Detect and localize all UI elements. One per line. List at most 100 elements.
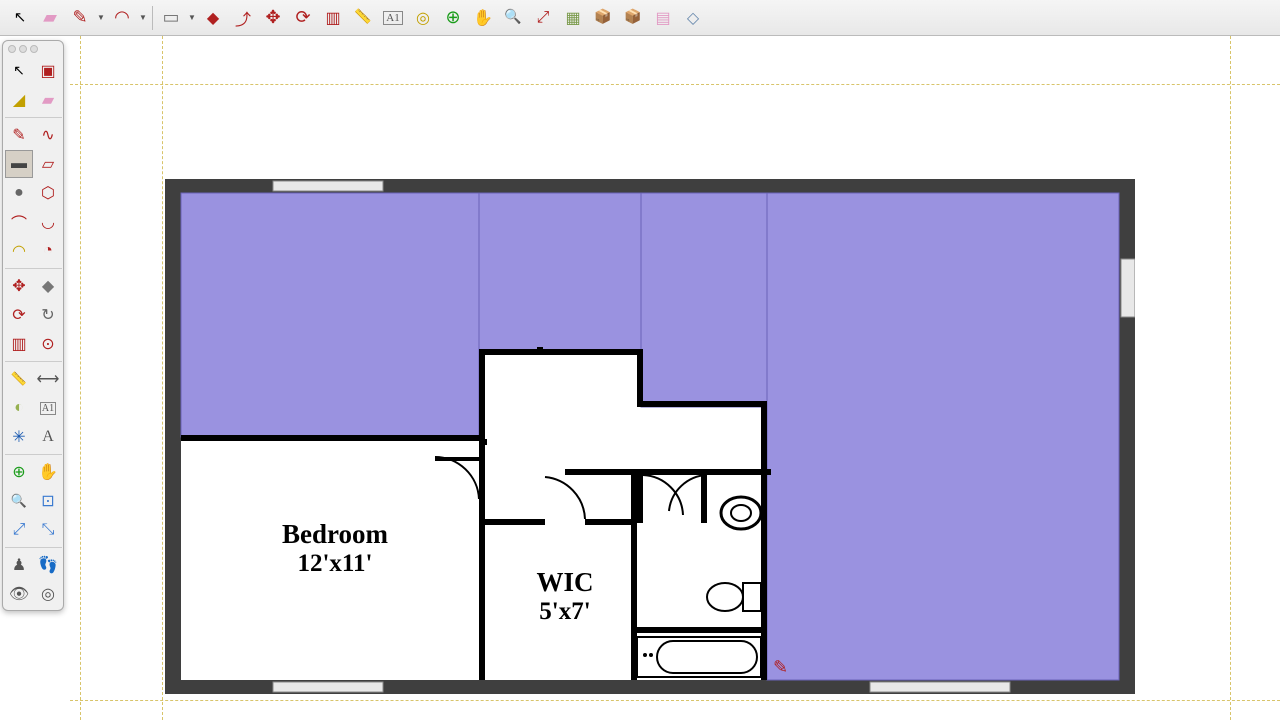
arc-tool[interactable]: ◠	[108, 4, 136, 32]
zoom-extents-tool[interactable]: ⤡	[34, 516, 62, 544]
pencil-tool[interactable]: ✎	[66, 4, 94, 32]
followme-tool[interactable]: ↻	[34, 301, 62, 329]
guide-line	[80, 36, 81, 720]
styles-tool[interactable]: ◇	[679, 4, 707, 32]
dropdown-icon[interactable]: ▼	[138, 13, 148, 22]
eraser-tool[interactable]: ▰	[34, 86, 62, 114]
scale-tool[interactable]: ▥	[5, 330, 33, 358]
window	[870, 682, 1010, 692]
rotate-tool[interactable]: ⟳	[289, 4, 317, 32]
select-icon: ↖	[14, 8, 27, 27]
circle-tool[interactable]: ●	[5, 179, 33, 207]
move-tool[interactable]: ✥	[259, 4, 287, 32]
select-tool[interactable]: ↖	[5, 57, 33, 85]
warehouse-icon: 📦	[594, 9, 611, 26]
orbit-tool[interactable]: ⊕	[439, 4, 467, 32]
window	[1121, 259, 1135, 317]
section-plane-tool[interactable]: ◎	[34, 580, 62, 608]
polygon-tool[interactable]: ⬡	[34, 179, 62, 207]
arc-icon: ⌒	[11, 210, 27, 234]
divider	[5, 547, 62, 548]
arc3-tool[interactable]: ◠	[5, 237, 33, 265]
room-dimensions: 5'x7'	[505, 598, 625, 626]
offset-tool[interactable]: ◎	[409, 4, 437, 32]
divider	[5, 268, 62, 269]
scale-tool[interactable]: ▥	[319, 4, 347, 32]
pencil-icon: ✎	[12, 125, 25, 145]
eye-icon: 👁	[9, 584, 29, 604]
protractor-tool[interactable]: ◐	[5, 394, 33, 422]
polygon-icon: ⬡	[41, 183, 55, 203]
pushpull-tool[interactable]: ⤴	[229, 4, 257, 32]
arc2-tool[interactable]: ◡	[34, 208, 62, 236]
line-tool[interactable]: ✎	[5, 121, 33, 149]
followme-icon: ↻	[41, 305, 54, 325]
window	[273, 682, 383, 692]
rotated-rect-tool[interactable]: ▱	[34, 150, 62, 178]
divider	[5, 454, 62, 455]
orbit-icon: ⊕	[12, 462, 25, 482]
tape-icon: 📏	[11, 371, 27, 387]
pan-icon: ✋	[473, 8, 493, 28]
guide-line	[1230, 36, 1231, 720]
text-tool[interactable]: A1	[34, 394, 62, 422]
zoom-tool[interactable]: 🔍	[499, 4, 527, 32]
zoom-prev-icon: ⤢	[13, 521, 26, 539]
rot-rect-icon: ▱	[42, 154, 54, 174]
section-tool[interactable]: ▦	[559, 4, 587, 32]
fill-region	[767, 193, 1119, 680]
section-icon: ▦	[565, 8, 580, 28]
share-model-tool[interactable]: 📦	[619, 4, 647, 32]
cube-icon: ▣	[40, 61, 55, 81]
dropdown-icon[interactable]: ▼	[187, 13, 197, 22]
layers-tool[interactable]: ▤	[649, 4, 677, 32]
arc3-icon: ◠	[12, 241, 26, 261]
offset-tool[interactable]: ⊙	[34, 330, 62, 358]
side-toolbox[interactable]: ↖ ▣ ◢ ▰ ✎ ∿ ▬ ▱ ● ⬡ ⌒ ◡ ◠ ◔ ✥ ◆ ⟳ ↻ ▥ ⊙ …	[2, 40, 64, 611]
drawing-canvas[interactable]: Bedroom 12'x11' WIC 5'x7' ✎	[70, 36, 1280, 720]
walk-tool[interactable]: 👣	[34, 551, 62, 579]
select-icon: ↖	[13, 63, 25, 80]
look-around-tool[interactable]: 👁	[5, 580, 33, 608]
orbit-tool[interactable]: ⊕	[5, 458, 33, 486]
zoom-tool[interactable]: 🔍	[5, 487, 33, 515]
paint-bucket-tool[interactable]: ◢	[5, 86, 33, 114]
pan-tool[interactable]: ✋	[469, 4, 497, 32]
position-camera-tool[interactable]: ♟	[5, 551, 33, 579]
arc-tool[interactable]: ⌒	[5, 208, 33, 236]
zoom-extents-icon: ⤢	[537, 9, 550, 27]
guide-line	[162, 36, 163, 720]
circle-icon: ●	[14, 184, 24, 202]
pushpull-tool[interactable]: ◆	[34, 272, 62, 300]
pan-tool[interactable]: ✋	[34, 458, 62, 486]
eraser-tool[interactable]: ▰	[36, 4, 64, 32]
zoom-extents-tool[interactable]: ⤢	[529, 4, 557, 32]
paint-tool[interactable]: ◆	[199, 4, 227, 32]
rect-tool[interactable]: ▭	[157, 4, 185, 32]
pie-tool[interactable]: ◔	[34, 237, 62, 265]
arc2-icon: ◡	[41, 212, 55, 232]
panel-header	[5, 43, 61, 57]
walk-icon: 👣	[38, 555, 58, 575]
tape-tool[interactable]: 📏	[349, 4, 377, 32]
text-icon: A1	[40, 402, 56, 415]
3dtext-tool[interactable]: A	[34, 423, 62, 451]
rectangle-tool[interactable]: ▬	[5, 150, 33, 178]
freehand-icon: ∿	[41, 125, 54, 145]
zoom-window-tool[interactable]: ⊡	[34, 487, 62, 515]
tape-tool[interactable]: 📏	[5, 365, 33, 393]
freehand-tool[interactable]: ∿	[34, 121, 62, 149]
dimension-tool[interactable]: ⟷	[34, 365, 62, 393]
move-tool[interactable]: ✥	[5, 272, 33, 300]
zoom-prev-tool[interactable]: ⤢	[5, 516, 33, 544]
text-tool[interactable]: A1	[379, 4, 407, 32]
protractor-icon: ◐	[14, 399, 24, 417]
move-icon: ✥	[12, 276, 25, 296]
make-component-tool[interactable]: ▣	[34, 57, 62, 85]
axes-tool[interactable]: ✳	[5, 423, 33, 451]
get-models-tool[interactable]: 📦	[589, 4, 617, 32]
text-icon: A1	[383, 11, 402, 25]
select-tool[interactable]: ↖	[6, 4, 34, 32]
dropdown-icon[interactable]: ▼	[96, 13, 106, 22]
rotate-tool[interactable]: ⟳	[5, 301, 33, 329]
